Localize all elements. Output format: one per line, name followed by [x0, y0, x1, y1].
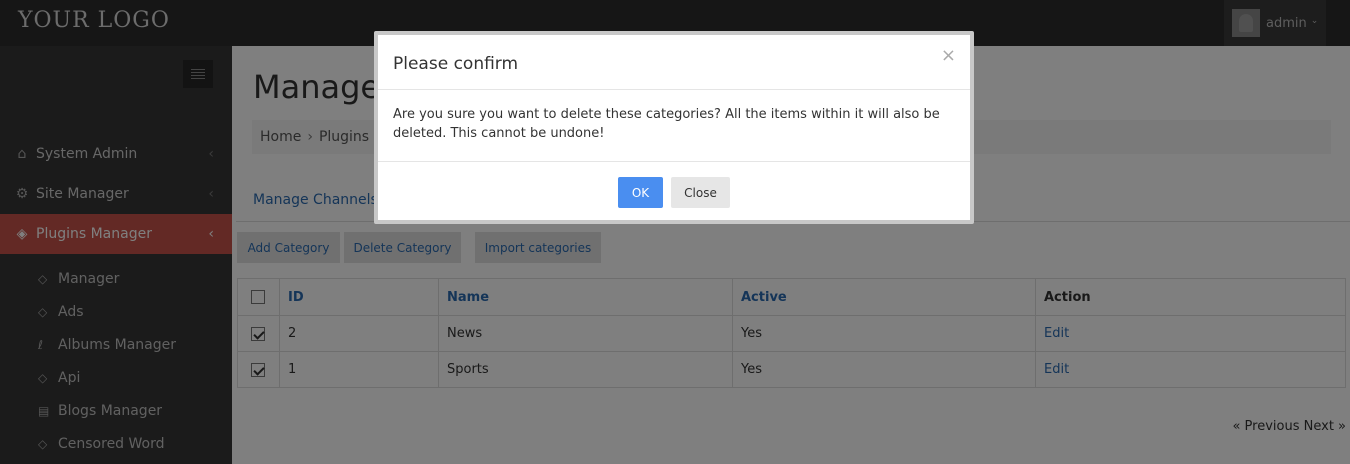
close-icon[interactable]: ×: [941, 45, 956, 66]
dialog-header: Please confirm ×: [378, 35, 970, 90]
close-button[interactable]: Close: [671, 177, 730, 208]
ok-button[interactable]: OK: [618, 177, 663, 208]
dialog-footer: OK Close: [378, 162, 970, 224]
confirm-dialog: Please confirm × Are you sure you want t…: [374, 31, 974, 224]
dialog-message: Are you sure you want to delete these ca…: [378, 90, 970, 162]
dialog-title: Please confirm: [393, 54, 519, 74]
